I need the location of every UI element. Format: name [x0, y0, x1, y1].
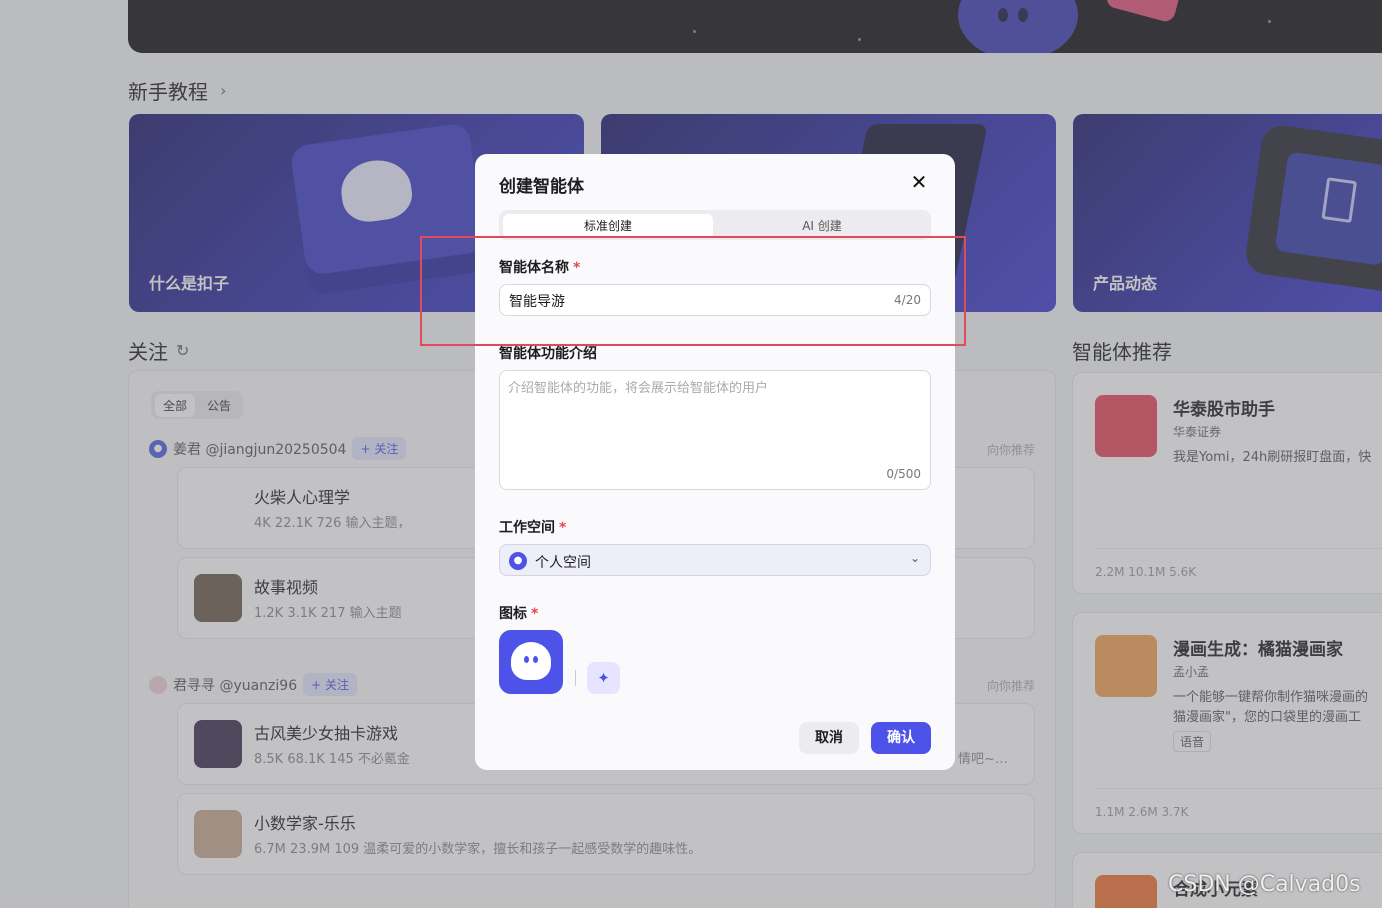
divider [575, 670, 576, 686]
confirm-button[interactable]: 确认 [871, 722, 931, 754]
close-icon[interactable]: ✕ [907, 170, 931, 194]
tab-standard-create[interactable]: 标准创建 [503, 214, 713, 238]
icon-field-label: 图标 * [499, 603, 538, 623]
cancel-button[interactable]: 取消 [799, 722, 859, 754]
agent-desc-textarea[interactable]: 介绍智能体的功能，将会展示给智能体的用户 0/500 [499, 370, 931, 490]
annotation-highlight-box [420, 236, 966, 346]
desc-field-label: 智能体功能介绍 [499, 343, 597, 363]
chevron-down-icon: ⌄ [909, 551, 920, 565]
workspace-field-label: 工作空间 * [499, 517, 566, 537]
icon-label-text: 图标 [499, 606, 527, 622]
required-mark: * [531, 606, 539, 622]
desc-char-count: 0/500 [886, 467, 921, 481]
workspace-label-text: 工作空间 [499, 520, 555, 536]
agent-avatar-icon[interactable] [499, 630, 563, 694]
watermark: CSDN @Calvad0s [1168, 872, 1361, 897]
required-mark: * [559, 520, 567, 536]
dialog-title: 创建智能体 [499, 177, 584, 197]
workspace-value: 个人空间 [535, 555, 591, 571]
desc-label-text: 智能体功能介绍 [499, 346, 597, 362]
desc-placeholder: 介绍智能体的功能，将会展示给智能体的用户 [508, 381, 769, 396]
user-icon: ● [509, 552, 527, 570]
workspace-select[interactable]: ● 个人空间 ⌄ [499, 544, 931, 576]
tab-ai-create[interactable]: AI 创建 [717, 214, 927, 238]
ai-generate-icon-button[interactable]: ✦ [587, 662, 620, 694]
